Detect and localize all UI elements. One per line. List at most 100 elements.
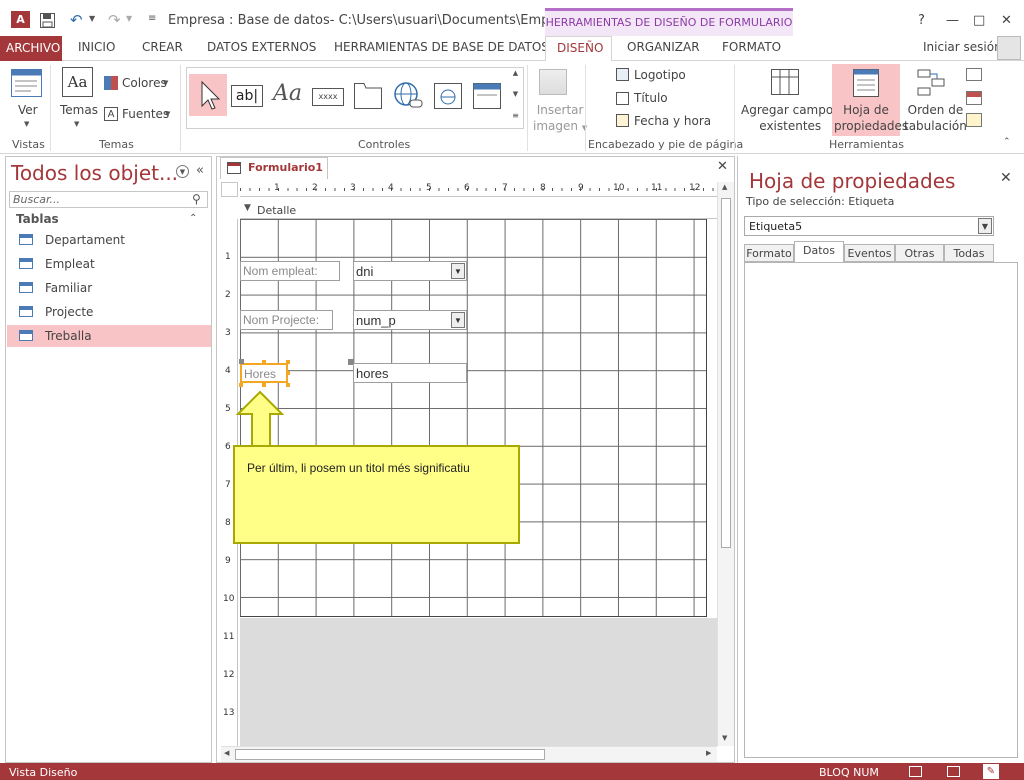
combo-num-p[interactable]: num_p ▼ [353, 310, 467, 330]
fonts-button[interactable]: Fuentes [122, 106, 169, 122]
themes-button[interactable]: Temas [60, 102, 98, 118]
label-hores[interactable]: Hores [240, 363, 288, 383]
prop-tab-eventos[interactable]: Eventos [844, 244, 895, 262]
logo-button[interactable]: Logotipo [634, 67, 686, 83]
scroll-up-icon[interactable]: ▲ [722, 183, 727, 191]
resize-handle[interactable] [239, 383, 243, 387]
view-dropdown-icon[interactable]: ▼ [24, 120, 29, 128]
macro-icon[interactable] [966, 91, 982, 105]
dropdown-arrow-icon[interactable]: ▼ [978, 218, 992, 234]
combo-dni[interactable]: dni ▼ [353, 261, 467, 281]
ruler-corner[interactable] [221, 182, 238, 197]
scroll-right-icon[interactable]: ▶ [706, 749, 711, 757]
nav-filter-icon[interactable]: ▼ [176, 165, 189, 178]
signin-link[interactable]: Iniciar sesión [923, 40, 1002, 54]
close-property-sheet-icon[interactable]: ✕ [1000, 170, 1012, 186]
web-browser-control-icon[interactable] [434, 83, 462, 109]
user-avatar[interactable] [997, 36, 1021, 60]
design-view-icon[interactable]: ✎ [983, 764, 999, 779]
selection-dropdown[interactable]: Etiqueta5 ▼ [744, 216, 994, 236]
save-icon[interactable] [40, 13, 55, 28]
prop-tab-datos[interactable]: Datos [794, 241, 844, 263]
add-fields-button[interactable]: Agregar campos existentes [741, 102, 839, 134]
nav-search-input[interactable]: Buscar... [9, 191, 208, 208]
nav-item-departament[interactable]: Departament [7, 229, 211, 251]
vertical-scrollbar[interactable]: ▲ ▼ [717, 182, 734, 746]
navigation-control-icon[interactable] [473, 83, 501, 109]
help-button[interactable]: ? [918, 13, 925, 28]
gallery-more-icon[interactable]: ≡ [509, 111, 522, 127]
resize-handle[interactable] [286, 360, 290, 364]
label-control-icon[interactable]: Aa [273, 81, 302, 106]
nav-item-familiar[interactable]: Familiar [7, 277, 211, 299]
prop-tab-otras[interactable]: Otras [895, 244, 944, 262]
fonts-dropdown-icon[interactable]: ▼ [165, 110, 170, 118]
redo-icon[interactable]: ↷ [108, 11, 121, 29]
tab-herramientas-bd[interactable]: HERRAMIENTAS DE BASE DE DATOS [334, 40, 549, 54]
property-grid[interactable] [744, 262, 1018, 758]
insert-image-button[interactable]: Insertar imagen ▼ [533, 102, 587, 136]
tab-inicio[interactable]: INICIO [78, 40, 115, 54]
resize-handle[interactable] [286, 383, 290, 387]
tab-archivo[interactable]: ARCHIVO [0, 36, 62, 61]
redo-dropdown-icon[interactable]: ▼ [126, 14, 132, 23]
subform-icon[interactable] [966, 113, 982, 127]
gallery-scroll-down-icon[interactable]: ▼ [509, 90, 522, 106]
hyperlink-control-icon[interactable] [393, 81, 423, 111]
textbox-control-icon[interactable]: ab| [231, 85, 263, 107]
quick-access-customize-icon[interactable]: ≡ [148, 13, 156, 24]
tab-crear[interactable]: CREAR [142, 40, 183, 54]
scroll-down-icon[interactable]: ▼ [722, 734, 727, 742]
dropdown-arrow-icon[interactable]: ▼ [451, 312, 465, 328]
select-pointer-icon[interactable] [189, 74, 227, 116]
datetime-button[interactable]: Fecha y hora [634, 113, 711, 129]
colors-button[interactable]: Colores [122, 75, 167, 91]
tab-control-icon[interactable] [354, 83, 382, 109]
nav-item-treballa[interactable]: Treballa [7, 325, 211, 347]
move-handle[interactable] [239, 359, 244, 364]
view-button[interactable]: Ver [18, 102, 38, 118]
maximize-button[interactable]: □ [973, 13, 985, 28]
form-view-icon[interactable] [909, 766, 922, 777]
nav-collapse-icon[interactable]: « [196, 163, 204, 178]
layout-view-icon[interactable] [947, 766, 960, 777]
detail-section-bar[interactable]: ▼ Detalle [240, 201, 717, 219]
section-collapse-icon[interactable]: ⌃ [189, 213, 197, 224]
close-document-icon[interactable]: ✕ [717, 159, 728, 174]
colors-dropdown-icon[interactable]: ▼ [163, 79, 168, 87]
textbox-hores[interactable]: hores [353, 363, 467, 383]
view-code-icon[interactable] [966, 68, 982, 81]
collapse-ribbon-icon[interactable]: ⌃ [1003, 137, 1011, 147]
tab-formato[interactable]: FORMATO [722, 40, 781, 54]
minimize-button[interactable]: — [946, 13, 959, 28]
tab-diseno[interactable]: DISEÑO [545, 36, 612, 62]
prop-tab-todas[interactable]: Todas [944, 244, 994, 262]
prop-tab-formato[interactable]: Formato [744, 244, 794, 262]
search-icon[interactable]: ⚲ [192, 192, 201, 206]
tab-organizar[interactable]: ORGANIZAR [627, 40, 700, 54]
dropdown-arrow-icon[interactable]: ▼ [451, 263, 465, 279]
undo-icon[interactable]: ↶ [70, 11, 83, 29]
horizontal-scrollbar[interactable]: ◀ ▶ [221, 746, 717, 762]
themes-dropdown-icon[interactable]: ▼ [74, 120, 79, 128]
undo-dropdown-icon[interactable]: ▼ [89, 14, 95, 23]
nav-item-projecte[interactable]: Projecte [7, 301, 211, 323]
scroll-left-icon[interactable]: ◀ [224, 749, 229, 757]
close-button[interactable]: ✕ [1001, 13, 1012, 28]
label-nom-empleat[interactable]: Nom empleat: [240, 261, 340, 281]
nav-item-empleat[interactable]: Empleat [7, 253, 211, 275]
gallery-scroll-up-icon[interactable]: ▲ [509, 69, 522, 85]
resize-handle[interactable] [262, 383, 266, 387]
title-button[interactable]: Título [634, 90, 668, 106]
nav-section-tables[interactable]: Tablas [16, 212, 59, 226]
document-tab[interactable]: Formulario1 [220, 157, 328, 179]
nav-pane-title[interactable]: Todos los objet... [11, 161, 178, 185]
tab-datos-externos[interactable]: DATOS EXTERNOS [207, 40, 316, 54]
resize-handle[interactable] [286, 371, 290, 375]
resize-handle[interactable] [262, 360, 266, 364]
button-control-icon[interactable]: xxxx [312, 88, 344, 106]
tab-order-button[interactable]: Orden de tabulación [904, 102, 967, 134]
label-nom-projecte[interactable]: Nom Projecte: [240, 310, 333, 330]
vertical-scroll-thumb[interactable] [721, 198, 731, 548]
horizontal-scroll-thumb[interactable] [235, 749, 545, 760]
